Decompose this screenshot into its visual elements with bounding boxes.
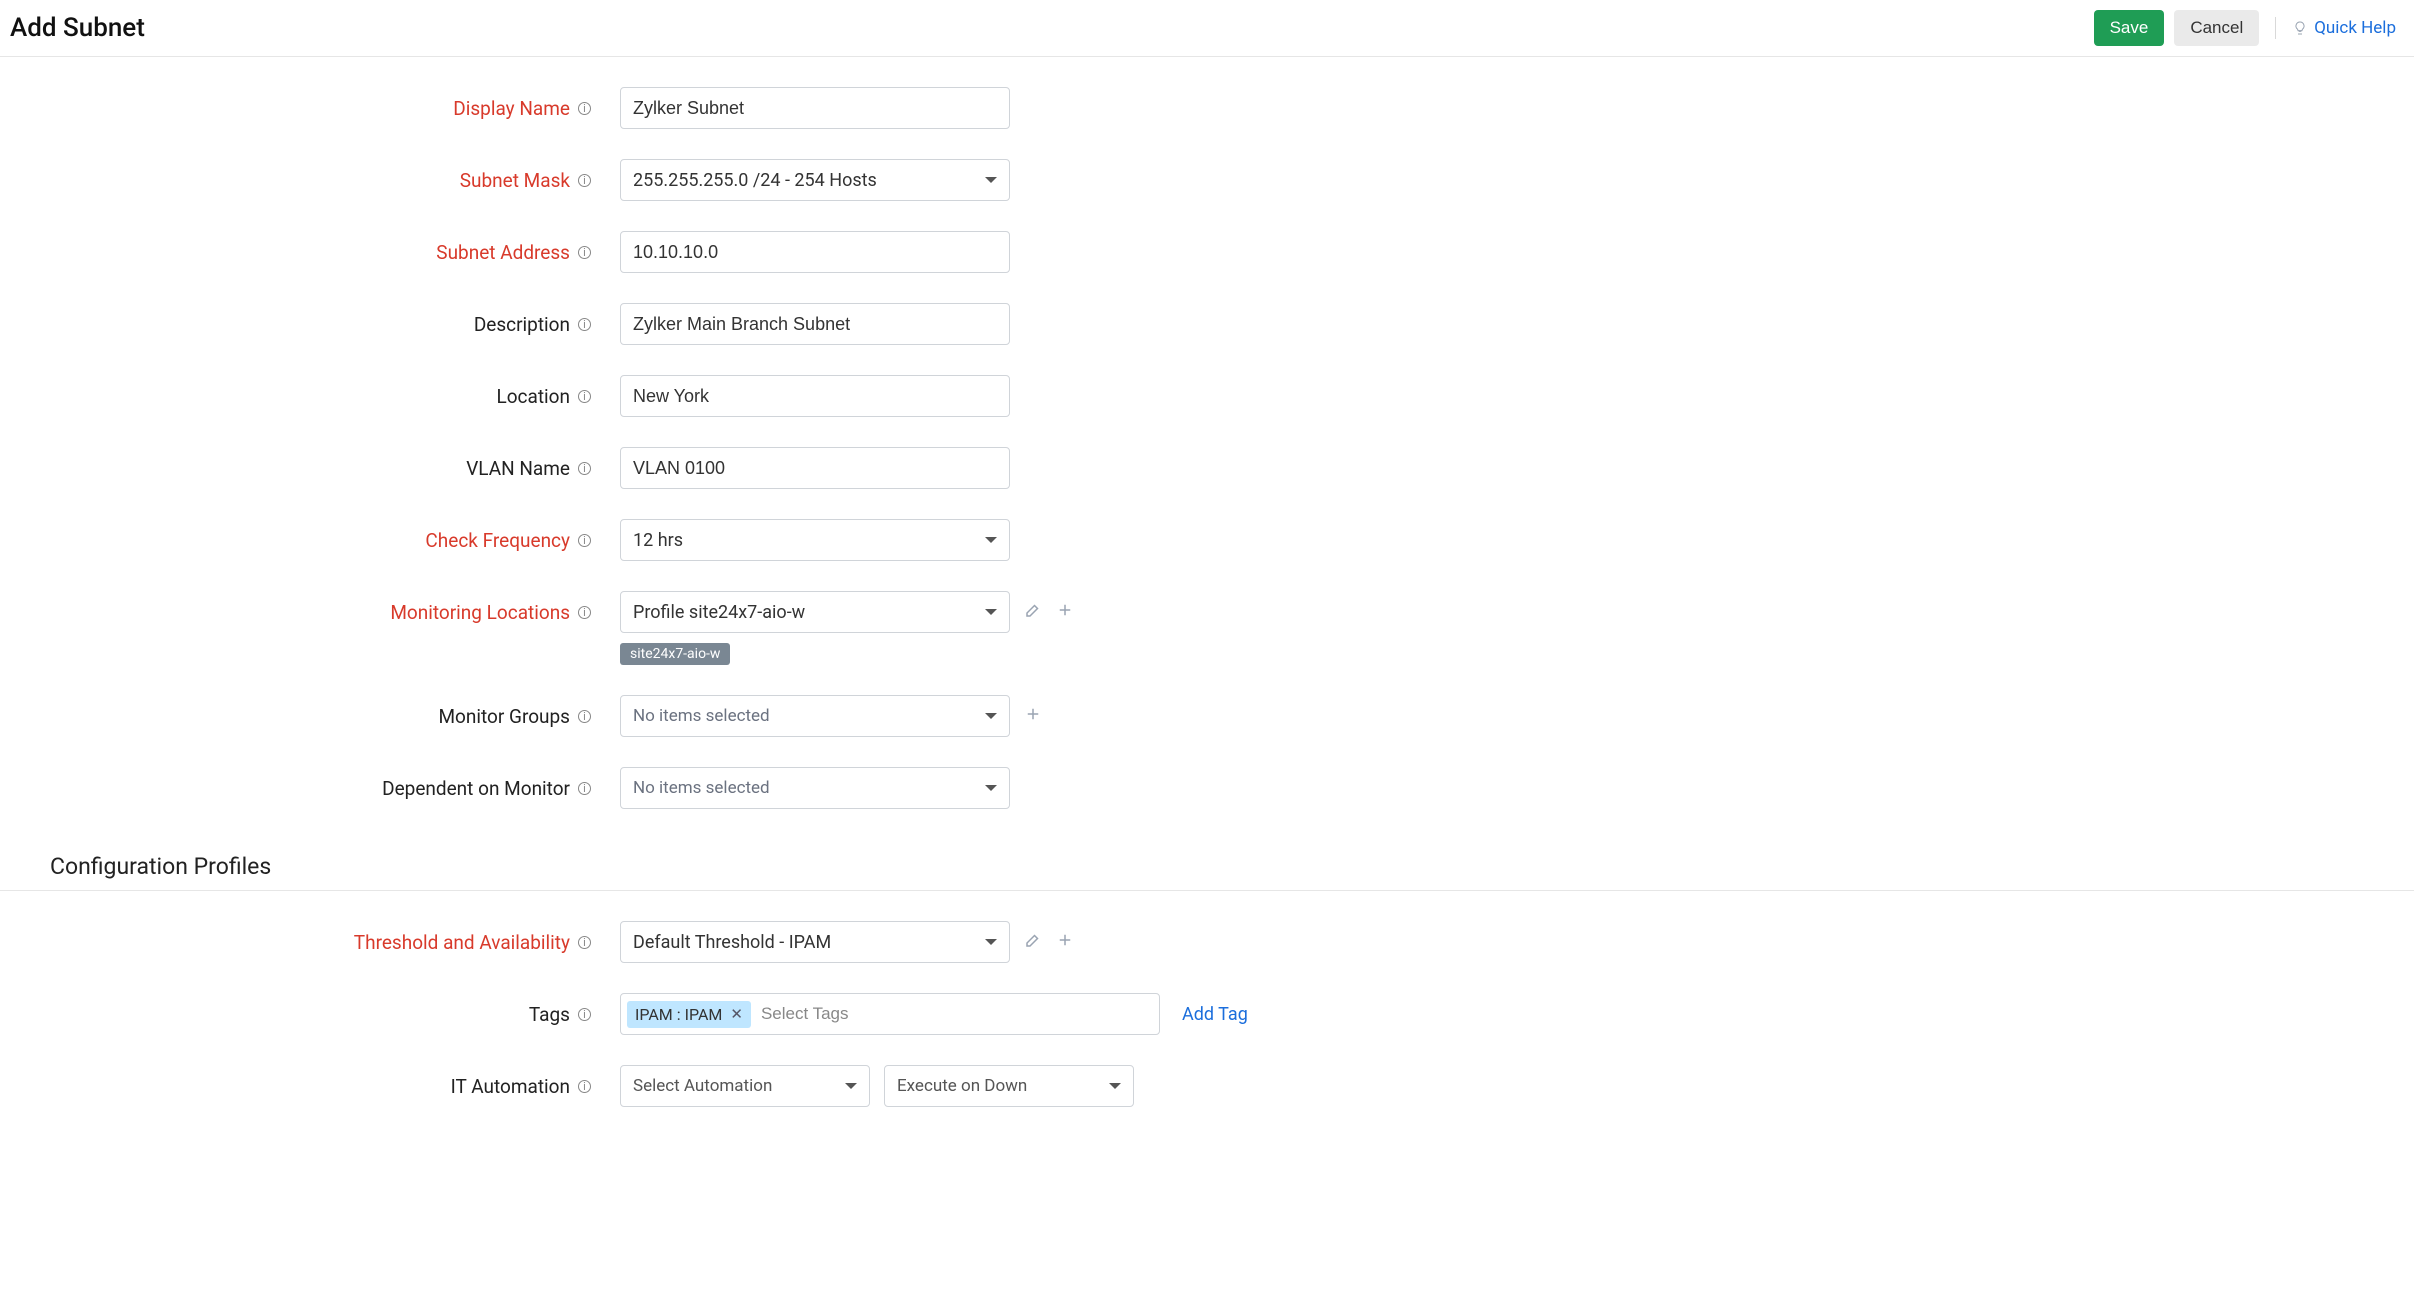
chevron-down-icon [985,713,997,719]
page-header: Add Subnet Save Cancel Quick Help [0,0,2414,57]
tags-input[interactable]: IPAM : IPAM ✕ [620,993,1160,1035]
svg-text:i: i [583,936,586,949]
label-monitor-groups: Monitor Groups i [0,705,620,728]
automation-action-select[interactable]: Select Automation [620,1065,870,1107]
plus-icon[interactable] [1024,705,1042,728]
label-monitoring-locations: Monitoring Locations i [0,591,620,624]
chevron-down-icon [985,939,997,945]
info-icon[interactable]: i [576,172,592,188]
cancel-button[interactable]: Cancel [2174,10,2259,46]
svg-text:i: i [583,1008,586,1021]
tags-text-input[interactable] [759,994,1153,1034]
label-it-automation: IT Automation i [0,1075,620,1098]
check-frequency-select[interactable]: 12 hrs [620,519,1010,561]
display-name-input[interactable] [620,87,1010,129]
form-body: Display Name i Subnet Mask i 255.255.255… [0,57,2414,1167]
chevron-down-icon [845,1083,857,1089]
label-subnet-mask: Subnet Mask i [0,169,620,192]
chevron-down-icon [985,537,997,543]
bulb-icon [2292,20,2308,36]
chevron-down-icon [985,177,997,183]
plus-icon[interactable] [1056,601,1074,624]
info-icon[interactable]: i [576,1006,592,1022]
monitor-groups-select[interactable]: No items selected [620,695,1010,737]
label-description: Description i [0,313,620,336]
page-title: Add Subnet [10,13,145,43]
svg-text:i: i [583,606,586,619]
edit-icon[interactable] [1024,601,1042,624]
svg-text:i: i [583,246,586,259]
info-icon[interactable]: i [576,388,592,404]
svg-text:i: i [583,1080,586,1093]
info-icon[interactable]: i [576,460,592,476]
separator [2275,17,2276,39]
subnet-address-input[interactable] [620,231,1010,273]
label-display-name: Display Name i [0,97,620,120]
quick-help-link[interactable]: Quick Help [2292,18,2396,38]
svg-text:i: i [583,462,586,475]
svg-text:i: i [583,782,586,795]
section-configuration-profiles: Configuration Profiles [0,843,2414,891]
svg-text:i: i [583,534,586,547]
chevron-down-icon [1109,1083,1121,1089]
remove-tag-icon[interactable]: ✕ [730,1005,743,1023]
svg-text:i: i [583,390,586,403]
chevron-down-icon [985,609,997,615]
info-icon[interactable]: i [576,532,592,548]
info-icon[interactable]: i [576,1078,592,1094]
info-icon[interactable]: i [576,100,592,116]
info-icon[interactable]: i [576,934,592,950]
subnet-mask-select[interactable]: 255.255.255.0 /24 - 254 Hosts [620,159,1010,201]
edit-icon[interactable] [1024,931,1042,954]
svg-text:i: i [583,174,586,187]
quick-help-label: Quick Help [2314,18,2396,38]
label-subnet-address: Subnet Address i [0,241,620,264]
label-threshold-availability: Threshold and Availability i [0,931,620,954]
location-input[interactable] [620,375,1010,417]
vlan-name-input[interactable] [620,447,1010,489]
label-tags: Tags i [0,1003,620,1026]
label-check-frequency: Check Frequency i [0,529,620,552]
label-dependent-on-monitor: Dependent on Monitor i [0,777,620,800]
description-input[interactable] [620,303,1010,345]
location-chip: site24x7-aio-w [620,643,730,665]
header-actions: Save Cancel Quick Help [2094,10,2396,46]
monitoring-locations-select[interactable]: Profile site24x7-aio-w [620,591,1010,633]
info-icon[interactable]: i [576,605,592,621]
svg-text:i: i [583,710,586,723]
save-button[interactable]: Save [2094,10,2165,46]
info-icon[interactable]: i [576,708,592,724]
label-vlan-name: VLAN Name i [0,457,620,480]
tag-token: IPAM : IPAM ✕ [627,1001,751,1028]
threshold-select[interactable]: Default Threshold - IPAM [620,921,1010,963]
svg-text:i: i [583,102,586,115]
info-icon[interactable]: i [576,780,592,796]
automation-trigger-select[interactable]: Execute on Down [884,1065,1134,1107]
plus-icon[interactable] [1056,931,1074,954]
label-location: Location i [0,385,620,408]
add-tag-link[interactable]: Add Tag [1182,1004,1248,1025]
chevron-down-icon [985,785,997,791]
svg-text:i: i [583,318,586,331]
info-icon[interactable]: i [576,316,592,332]
dependent-on-monitor-select[interactable]: No items selected [620,767,1010,809]
info-icon[interactable]: i [576,244,592,260]
